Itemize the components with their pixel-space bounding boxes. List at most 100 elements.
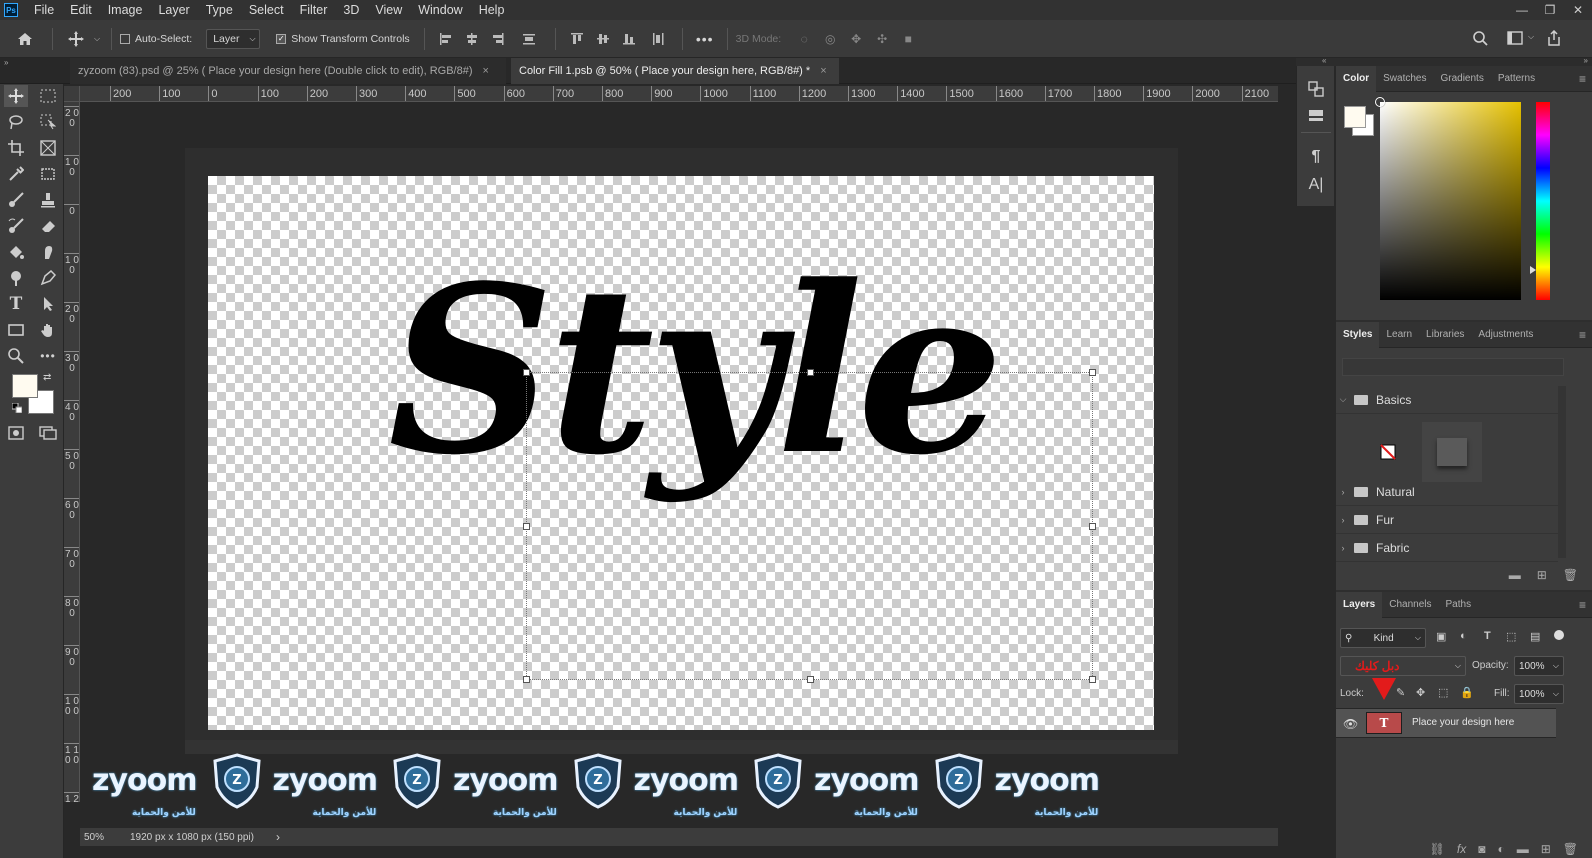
tab-styles[interactable]: Styles [1336, 321, 1380, 348]
brush-tool-icon[interactable] [4, 189, 28, 211]
new-style-icon[interactable]: ⊞ [1537, 568, 1547, 582]
fill-field[interactable]: 100% ⌵ [1514, 684, 1564, 704]
transform-handle-bottom-center[interactable] [807, 676, 814, 683]
add-mask-icon[interactable]: ◙ [1478, 842, 1485, 856]
hue-slider-handle[interactable] [1530, 266, 1536, 274]
panel-menu-icon[interactable]: ≡ [1579, 66, 1586, 92]
menu-image[interactable]: Image [100, 0, 151, 20]
zoom-tool-icon[interactable] [4, 345, 28, 367]
tab-patterns[interactable]: Patterns [1491, 66, 1542, 92]
blend-mode-dropdown[interactable]: دبل كليك ⌵ [1340, 656, 1466, 676]
collapse-left-icon[interactable]: « [1322, 56, 1326, 65]
close-window-button[interactable]: ✕ [1564, 0, 1592, 20]
transform-handle-middle-right[interactable] [1089, 523, 1096, 530]
style-folder-natural[interactable]: › Natural [1336, 478, 1558, 506]
styles-search-field[interactable] [1342, 358, 1564, 376]
layer-effects-icon[interactable]: fx [1457, 842, 1466, 856]
default-colors-icon[interactable] [11, 402, 23, 414]
layer-name[interactable]: Place your design here [1412, 717, 1514, 728]
tab-color[interactable]: Color [1336, 65, 1377, 92]
menu-window[interactable]: Window [410, 0, 470, 20]
chevron-right-icon[interactable]: › [1336, 487, 1350, 497]
marquee-tool-icon[interactable] [36, 85, 60, 107]
filter-shape-icon[interactable]: ⬚ [1506, 630, 1516, 643]
smudge-tool-icon[interactable] [36, 241, 60, 263]
menu-select[interactable]: Select [241, 0, 292, 20]
character-panel-icon[interactable]: A| [1304, 174, 1328, 196]
move-tool-icon[interactable] [61, 30, 91, 47]
tab-libraries[interactable]: Libraries [1419, 322, 1471, 348]
menu-view[interactable]: View [367, 0, 410, 20]
transform-handle-top-left[interactable] [523, 369, 530, 376]
filter-smart-object-icon[interactable]: ▤ [1530, 630, 1540, 643]
frame-tool-icon[interactable] [36, 137, 60, 159]
close-tab-icon[interactable]: × [820, 65, 826, 77]
styles-scrollbar[interactable] [1558, 386, 1566, 558]
dodge-tool-icon[interactable] [4, 267, 28, 289]
3d-pan-icon[interactable]: ✥ [843, 32, 869, 46]
align-left-icon[interactable] [433, 32, 459, 46]
tab-adjustments[interactable]: Adjustments [1471, 322, 1540, 348]
3d-camera-icon[interactable]: ■ [895, 32, 921, 46]
object-select-tool-icon[interactable] [36, 111, 60, 133]
zoom-level[interactable]: 50% [80, 832, 130, 843]
chevron-down-icon[interactable]: ⌵ [1336, 394, 1350, 405]
canvas-workspace[interactable]: Style [80, 102, 1278, 802]
workspace-icon[interactable] [1502, 31, 1528, 45]
swap-colors-icon[interactable]: ⇄ [43, 372, 51, 383]
align-top-icon[interactable] [564, 32, 590, 46]
properties-panel-icon[interactable] [1304, 104, 1328, 126]
3d-orbit-icon[interactable]: ◌ [791, 32, 817, 46]
transform-bounding-box[interactable] [523, 369, 1096, 683]
move-tool-icon[interactable] [4, 85, 28, 107]
opacity-field[interactable]: 100% ⌵ [1514, 656, 1564, 676]
menu-3d[interactable]: 3D [335, 0, 367, 20]
screen-mode-icon[interactable] [36, 422, 60, 444]
tab-paths[interactable]: Paths [1439, 592, 1479, 618]
filter-toggle-icon[interactable] [1554, 630, 1564, 640]
layer-row[interactable]: 👁 T Place your design here [1336, 708, 1556, 738]
frame-select-tool-icon[interactable] [36, 163, 60, 185]
tab-gradients[interactable]: Gradients [1433, 66, 1490, 92]
document-canvas[interactable]: Style [208, 176, 1154, 730]
home-icon[interactable] [16, 32, 34, 46]
eye-icon[interactable]: 👁 [1343, 717, 1358, 731]
align-center-icon[interactable] [459, 32, 485, 46]
style-folder-basics[interactable]: ⌵ Basics [1336, 386, 1558, 414]
chevron-down-icon[interactable]: ⌵ [91, 34, 103, 44]
transform-handle-top-right[interactable] [1089, 369, 1096, 376]
minimize-button[interactable]: — [1508, 0, 1536, 20]
delete-layer-icon[interactable]: 🗑 [1563, 842, 1578, 856]
path-select-tool-icon[interactable] [36, 293, 60, 315]
filter-adjustment-icon[interactable]: ◐ [1460, 630, 1467, 642]
panel-menu-icon[interactable]: ≡ [1579, 592, 1586, 618]
transform-handle-top-center[interactable] [807, 369, 814, 376]
paragraph-panel-icon[interactable]: ¶ [1304, 146, 1328, 168]
align-bottom-icon[interactable] [616, 32, 642, 46]
search-icon[interactable] [1472, 31, 1488, 46]
hue-slider[interactable] [1530, 102, 1550, 300]
restore-button[interactable]: ❐ [1536, 0, 1564, 20]
chevron-down-icon[interactable]: ⌵ [1528, 32, 1534, 42]
lock-artboard-icon[interactable]: ⬚ [1438, 686, 1448, 699]
menu-help[interactable]: Help [471, 0, 513, 20]
status-menu-arrow[interactable]: › [276, 830, 280, 844]
tab-learn[interactable]: Learn [1379, 322, 1419, 348]
eyedropper-tool-icon[interactable] [4, 163, 28, 185]
lock-brush-icon[interactable]: ✎ [1396, 686, 1405, 699]
tab-color-fill[interactable]: Color Fill 1.psb @ 50% ( Place your desi… [511, 58, 839, 84]
type-tool-icon[interactable]: T [4, 293, 28, 315]
close-tab-icon[interactable]: × [483, 65, 489, 77]
3d-roll-icon[interactable]: ◎ [817, 32, 843, 46]
new-layer-icon[interactable]: ⊞ [1541, 842, 1551, 856]
layer-dropdown[interactable]: Layer ⌵ [206, 28, 261, 49]
distribute-vertical-icon[interactable] [642, 32, 674, 46]
new-group-icon[interactable]: ▬ [1509, 568, 1521, 582]
pen-tool-icon[interactable] [36, 267, 60, 289]
transform-handle-middle-left[interactable] [523, 523, 530, 530]
menu-edit[interactable]: Edit [62, 0, 100, 20]
chevron-right-icon[interactable]: › [1336, 543, 1350, 553]
lasso-tool-icon[interactable] [4, 111, 28, 133]
style-thumbnail-none[interactable] [1364, 428, 1412, 476]
auto-select-checkbox[interactable] [120, 33, 130, 44]
